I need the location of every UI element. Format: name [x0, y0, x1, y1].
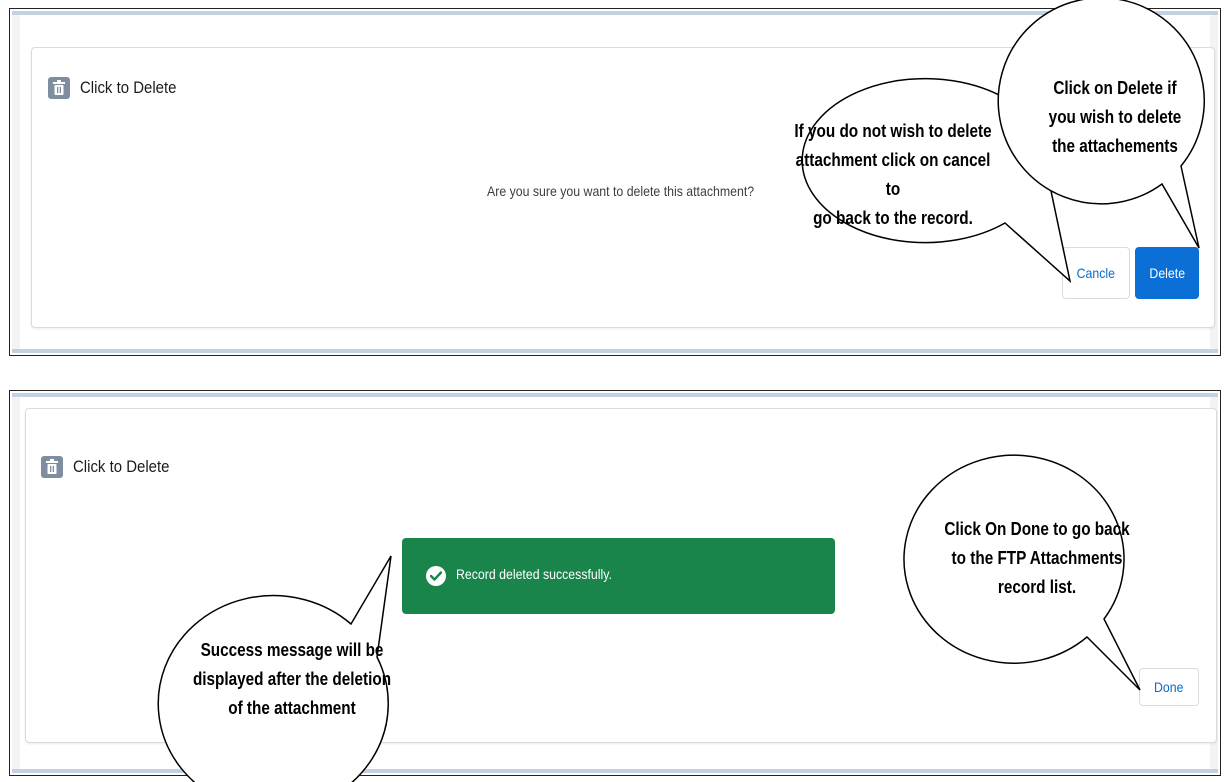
trash-icon — [41, 456, 63, 478]
delete-callout-line: Click on Delete if — [1053, 78, 1177, 98]
top-border-band — [12, 11, 1218, 15]
delete-button-label: Delete — [1149, 265, 1185, 281]
done-button[interactable]: Done — [1139, 668, 1199, 706]
done-callout-text: Click On Done to go back to the FTP Atta… — [939, 515, 1135, 602]
bottom-border-band — [12, 349, 1218, 353]
cancel-callout-line: attachment click on cancel to — [795, 150, 991, 199]
bottom-border-band — [12, 769, 1218, 773]
trash-icon — [48, 77, 70, 99]
cancel-button-label: Cancle — [1076, 265, 1116, 281]
done-callout-line: to the FTP Attachments — [951, 548, 1123, 568]
success-callout-line: Success message will be — [200, 640, 384, 660]
cancel-callout-line: go back to the record. — [813, 208, 973, 228]
success-callout-line: displayed after the deletion — [192, 669, 392, 689]
delete-callout-text: Click on Delete if you wish to delete th… — [1034, 74, 1196, 161]
delete-confirmation-message: Are you sure you want to delete this att… — [487, 183, 755, 199]
done-callout-line: Click On Done to go back — [944, 519, 1130, 539]
cancel-button[interactable]: Cancle — [1062, 247, 1130, 299]
page-title: Click to Delete — [73, 457, 170, 476]
check-circle-icon — [426, 566, 446, 586]
delete-callout-line: you wish to delete — [1048, 107, 1182, 127]
done-callout-line: record list. — [997, 577, 1077, 597]
delete-button[interactable]: Delete — [1135, 247, 1199, 299]
cancel-callout-text: If you do not wish to delete attachment … — [787, 117, 1000, 233]
left-rail — [12, 397, 20, 769]
top-border-band — [12, 393, 1218, 397]
success-callout-text: Success message will be displayed after … — [190, 636, 394, 723]
success-toast-message: Record deleted successfully. — [456, 566, 612, 582]
delete-callout-line: the attachements — [1052, 136, 1178, 156]
success-callout-line: of the attachment — [228, 698, 356, 718]
left-rail — [12, 15, 20, 349]
success-toast: Record deleted successfully. — [402, 538, 835, 614]
delete-confirmation-screenshot: Click to Delete Are you sure you want to… — [9, 8, 1221, 356]
cancel-callout-line: If you do not wish to delete — [794, 121, 992, 141]
page-title: Click to Delete — [80, 78, 177, 97]
done-button-label: Done — [1154, 679, 1184, 695]
